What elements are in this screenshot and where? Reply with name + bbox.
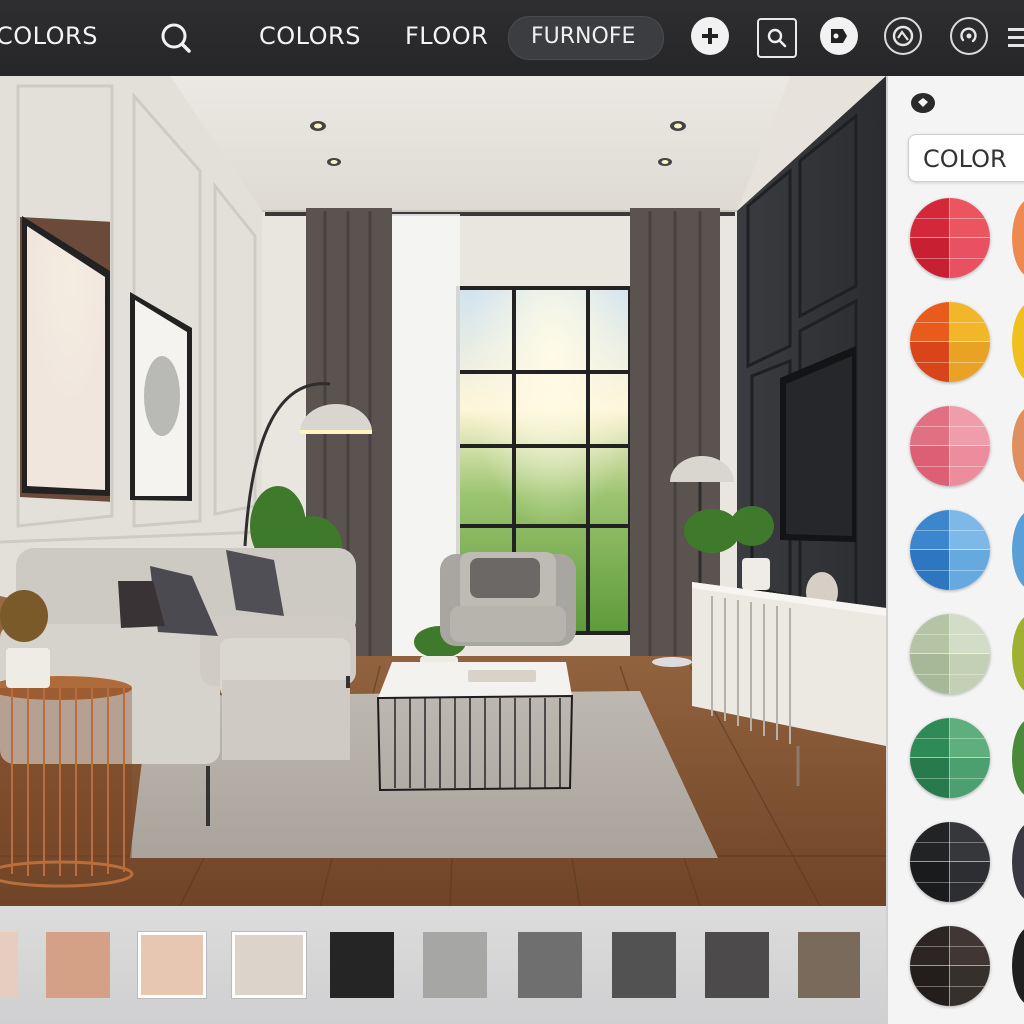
color-swatch-blue[interactable] [910,510,990,590]
tab-colors-left[interactable]: COLORS [0,22,98,50]
color-swatch-partial-5[interactable] [1012,614,1024,694]
floor-swatch-10[interactable] [798,932,860,998]
search-icon[interactable] [156,18,196,58]
color-swatch-orange-yellow[interactable] [910,302,990,382]
camera-button[interactable] [884,17,922,55]
floor-swatch-5[interactable] [330,932,394,998]
tag-button[interactable] [820,17,858,55]
top-toolbar: COLORS COLORS FLOOR FURNOFE [0,0,1024,76]
color-swatch-partial-2[interactable] [1012,302,1024,382]
paint-bucket-icon[interactable] [910,92,936,114]
floor-swatch-8[interactable] [612,932,676,998]
color-swatch-partial-4[interactable] [1012,510,1024,590]
color-swatch-partial-6[interactable] [1012,718,1024,798]
floor-swatch-6[interactable] [423,932,487,998]
material-swatch-strip [0,906,886,1024]
color-swatch-partial-3[interactable] [1012,406,1024,486]
color-swatch-black[interactable] [910,822,990,902]
room-preview[interactable] [0,76,886,906]
tab-furniture-label: FURNOFE [531,24,636,49]
color-search-field[interactable]: COLOR [908,134,1024,182]
rotate-icon [960,27,977,43]
color-swatch-pink[interactable] [910,406,990,486]
zoom-button[interactable] [757,18,797,58]
color-swatch-red[interactable] [910,198,990,278]
floor-swatch-4[interactable] [232,932,306,998]
floor-swatch-9[interactable] [705,932,769,998]
tag-icon [831,29,847,43]
color-swatch-partial-7[interactable] [1012,822,1024,902]
tab-floor[interactable]: FLOOR [405,22,488,50]
floor-swatch-1[interactable] [0,932,18,998]
color-swatch-partial-8[interactable] [1012,926,1024,1006]
color-panel: COLOR [886,76,1024,1024]
rotate-button[interactable] [950,17,988,55]
color-swatch-partial-1[interactable] [1012,198,1024,278]
room-illustration [0,76,886,906]
add-icon [702,28,718,44]
floor-swatch-2[interactable] [46,932,110,998]
color-swatch-dark-brown[interactable] [910,926,990,1006]
color-swatch-green[interactable] [910,718,990,798]
floor-swatch-7[interactable] [518,932,582,998]
floor-swatch-3[interactable] [138,932,206,998]
menu-icon[interactable] [1008,26,1024,50]
camera-icon [892,25,914,47]
tab-furniture[interactable]: FURNOFE [508,16,664,60]
zoom-icon [767,28,787,48]
add-button[interactable] [691,17,729,55]
color-swatch-sage[interactable] [910,614,990,694]
color-field-label: COLOR [923,145,1007,173]
tab-colors[interactable]: COLORS [259,22,361,50]
